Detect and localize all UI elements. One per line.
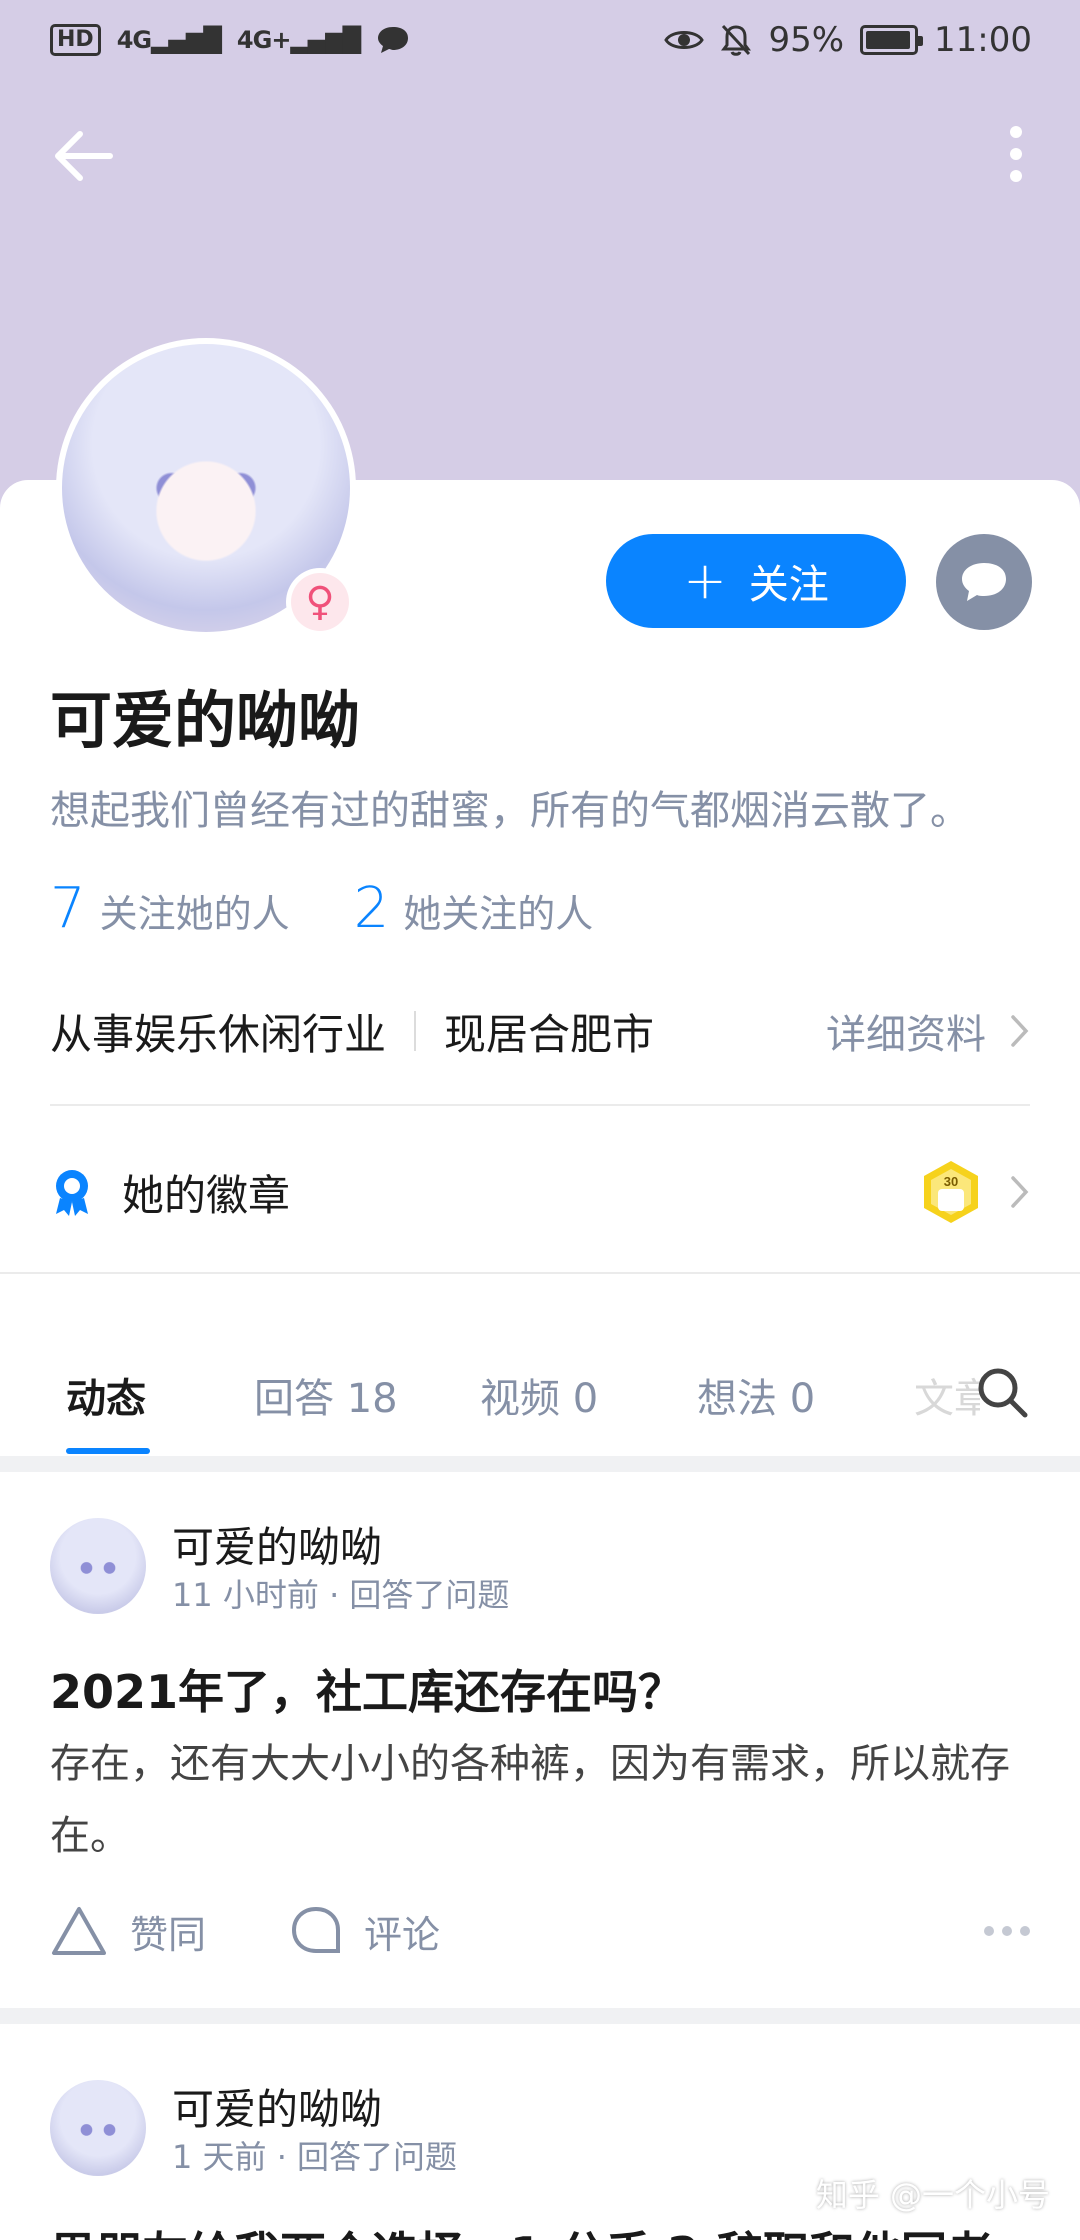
signal-sim2-icon: 4G+▂▄▆█	[236, 26, 361, 54]
feed-author-name[interactable]: 可爱的呦呦	[172, 2076, 382, 2137]
more-dots-icon[interactable]	[984, 1926, 1030, 1936]
badge-ribbon-icon	[56, 1170, 88, 1216]
profile-tabs: 动态 回答 18 视频 0 想法 0 文章	[0, 1340, 1080, 1456]
feed-answer-excerpt[interactable]: 存在，还有大大小小的各种裤，因为有需求，所以就存在。	[50, 1728, 1030, 1872]
chevron-right-icon	[1011, 1015, 1029, 1047]
following-count: 2	[353, 876, 390, 941]
feed-meta: 11 小时前 · 回答了问题	[172, 1576, 510, 1614]
chat-bubble-icon	[378, 27, 409, 53]
active-tab-indicator	[66, 1448, 150, 1454]
section-gap	[0, 2008, 1080, 2024]
status-right: 95% 11:00	[664, 20, 1032, 60]
profile-name: 可爱的呦呦	[50, 684, 361, 757]
follow-stats: 7 关注她的人 2 她关注的人	[50, 876, 593, 941]
feed-author-avatar[interactable]	[50, 1518, 146, 1614]
signal-sim1-icon: 4G▂▄▆█	[116, 26, 222, 54]
detail-profile-label: 详细资料	[826, 1012, 986, 1058]
eye-comfort-icon	[664, 31, 705, 49]
badges-label: 她的徽章	[122, 1170, 291, 1220]
profile-bio: 想起我们曾经有过的甜蜜，所有的气都烟消云散了。	[50, 788, 970, 834]
zhihu-watermark: 知乎 @一个小号	[815, 2176, 1050, 2214]
divider	[0, 1272, 1080, 1274]
feed-meta: 1 天前 · 回答了问题	[172, 2138, 458, 2176]
following-label: 她关注的人	[403, 892, 594, 936]
followers-count: 7	[50, 876, 86, 941]
detail-profile-link[interactable]: 详细资料	[826, 1002, 1030, 1060]
back-arrow-icon[interactable]	[50, 128, 116, 184]
battery-percent: 95%	[768, 20, 845, 60]
tab-articles[interactable]: 文章	[914, 1366, 980, 1424]
followers-stat[interactable]: 7 关注她的人	[50, 876, 290, 941]
battery-fill	[866, 31, 910, 49]
gender-badge: ♀	[286, 568, 354, 636]
comment-label: 评论	[364, 1912, 441, 1957]
divider	[50, 1104, 1030, 1106]
mute-bell-icon	[721, 24, 752, 56]
info-separator	[414, 1011, 417, 1051]
upvote-triangle-icon	[52, 1907, 106, 1955]
upvote-label: 赞同	[130, 1912, 207, 1957]
tab-answers[interactable]: 回答 18	[254, 1366, 398, 1424]
upvote-button[interactable]: 赞同	[50, 1904, 206, 1959]
top-navigation	[0, 110, 1080, 200]
feed-actions: 赞同 评论	[50, 1896, 1030, 1966]
sim1-label: 4G	[116, 26, 152, 54]
battery-icon	[860, 25, 924, 55]
tab-thoughts[interactable]: 想法 0	[697, 1366, 815, 1424]
follow-button-label: 关注	[748, 562, 829, 608]
medal-30-icon: 30	[924, 1161, 978, 1223]
feed-author-avatar[interactable]	[50, 2080, 146, 2176]
profile-info-row: 从事娱乐休闲行业 现居合肥市 详细资料	[50, 996, 1030, 1066]
search-icon[interactable]	[974, 1364, 1030, 1420]
feed-author-name[interactable]: 可爱的呦呦	[172, 1514, 382, 1575]
status-left: HD 4G▂▄▆█ 4G+▂▄▆█	[50, 24, 410, 56]
feed-question-title[interactable]: 男朋友给我两个选择，1.分手 2.辞职和他回老	[50, 2218, 993, 2240]
message-button[interactable]	[936, 534, 1032, 630]
tab-videos[interactable]: 视频 0	[480, 1366, 598, 1424]
badges-row[interactable]: 她的徽章 30	[50, 1152, 1030, 1232]
clock: 11:00	[934, 20, 1032, 60]
followers-label: 关注她的人	[99, 892, 290, 936]
comment-button[interactable]: 评论	[290, 1904, 440, 1959]
location-text: 现居合肥市	[444, 1009, 655, 1059]
hd-indicator: HD	[50, 24, 101, 56]
sim2-label: 4G+	[236, 26, 292, 54]
follow-button[interactable]: + 关注	[606, 534, 906, 628]
feed-question-title[interactable]: 2021年了，社工库还存在吗？	[50, 1656, 684, 1722]
medal-number: 30	[944, 1174, 958, 1189]
tab-activity[interactable]: 动态	[66, 1366, 146, 1424]
status-bar: HD 4G▂▄▆█ 4G+▂▄▆█ 95% 11:00	[0, 0, 1080, 80]
message-bubble-icon	[962, 563, 1006, 601]
more-options-icon[interactable]	[996, 124, 1036, 184]
section-gap	[0, 1456, 1080, 1472]
feed-item[interactable]: 可爱的呦呦 11 小时前 · 回答了问题 2021年了，社工库还存在吗？ 存在，…	[0, 1472, 1080, 2008]
following-stat[interactable]: 2 她关注的人	[354, 876, 594, 941]
comment-bubble-icon	[292, 1906, 341, 1953]
industry-text: 从事娱乐休闲行业	[50, 1009, 387, 1059]
plus-icon: +	[683, 551, 727, 611]
female-icon: ♀	[291, 573, 349, 631]
chevron-right-icon	[1011, 1176, 1029, 1208]
